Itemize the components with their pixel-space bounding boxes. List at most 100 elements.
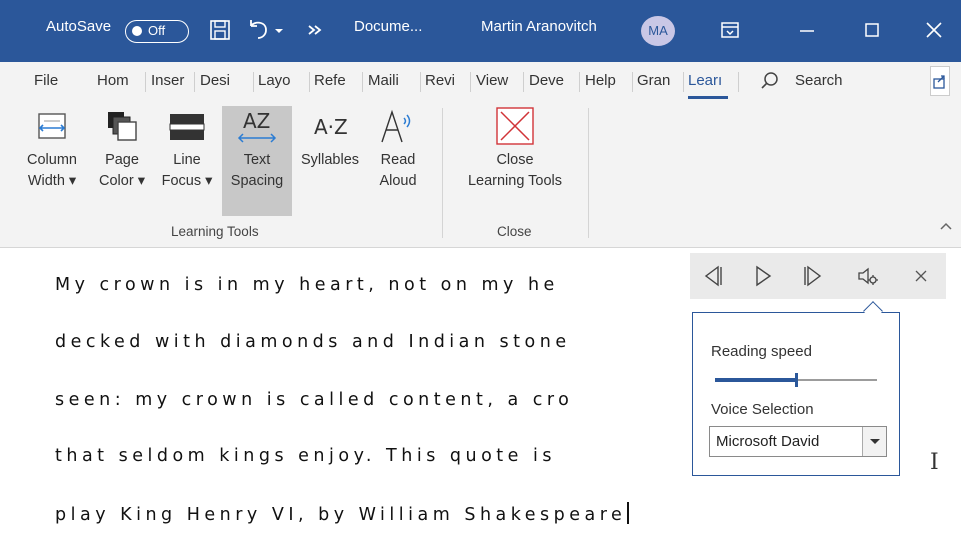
tab-grammarly[interactable]: Gran	[637, 62, 679, 100]
collapse-ribbon-icon[interactable]	[939, 220, 953, 235]
autosave-label: AutoSave	[46, 18, 112, 35]
tab-separator	[470, 72, 471, 92]
document-line[interactable]: My crown is in my heart, not on my he	[55, 275, 559, 295]
document-line[interactable]: that seldom kings enjoy. This quote is	[55, 446, 556, 466]
share-icon[interactable]	[930, 66, 950, 96]
syllables-button[interactable]: A·Z Syllables	[295, 106, 365, 171]
line-focus-icon	[169, 114, 205, 140]
read-aloud-label-2: Aloud	[379, 173, 417, 189]
save-icon[interactable]	[206, 16, 234, 44]
chevron-down-icon[interactable]	[862, 427, 886, 456]
voice-select-value: Microsoft David	[716, 433, 820, 450]
reading-speed-label: Reading speed	[711, 343, 812, 360]
page-color-label-1: Page	[105, 152, 139, 168]
ribbon: Column Width ▾ Page Color ▾ Line Focus ▾…	[0, 100, 961, 248]
previous-paragraph-icon[interactable]	[700, 263, 726, 289]
document-line-last[interactable]: play King Henry VI, by William Shakespea…	[55, 502, 629, 525]
slider-fill	[715, 378, 796, 382]
search-icon[interactable]	[756, 67, 784, 95]
tab-developer[interactable]: Deve	[529, 62, 571, 100]
tab-view[interactable]: View	[476, 62, 518, 100]
syllables-icon: A·Z	[314, 115, 348, 139]
column-width-button[interactable]: Column Width ▾	[22, 106, 82, 192]
read-aloud-toolbar	[690, 253, 946, 299]
text-spacing-label-2: Spacing	[230, 173, 284, 189]
page-color-button[interactable]: Page Color ▾	[92, 106, 152, 192]
page-color-label-2: Color ▾	[99, 173, 145, 189]
line-focus-label-1: Line	[173, 152, 201, 168]
tab-design[interactable]: Desi	[200, 62, 230, 100]
autosave-toggle[interactable]: Off	[125, 20, 189, 43]
tab-layout[interactable]: Layo	[258, 62, 300, 100]
tab-insert[interactable]: Inser	[151, 62, 189, 100]
group-separator	[588, 108, 589, 238]
close-learning-tools-label-2: Learning Tools	[467, 173, 563, 189]
maximize-icon[interactable]	[858, 16, 886, 44]
column-width-label-2: Width ▾	[27, 173, 77, 189]
group-label-close: Close	[497, 224, 532, 239]
tab-separator	[632, 72, 633, 92]
document-title[interactable]: Docume...	[354, 16, 422, 38]
tab-file[interactable]: File	[34, 62, 70, 100]
voice-settings-popup: Reading speed Voice Selection Microsoft …	[692, 312, 900, 476]
ribbon-tabs: File Hom Inser Desi Layo Refe Maili Revi…	[0, 62, 961, 100]
voice-selection-label: Voice Selection	[711, 401, 814, 418]
voice-settings-icon[interactable]	[855, 263, 881, 289]
tab-separator	[579, 72, 580, 92]
tab-separator	[145, 72, 146, 92]
text-spacing-button[interactable]: AZ Text Spacing	[222, 106, 292, 216]
text-caret	[627, 502, 629, 524]
tab-learning-tools[interactable]: Learı	[688, 62, 728, 100]
next-paragraph-icon[interactable]	[800, 263, 826, 289]
read-aloud-button[interactable]: Read Aloud	[370, 106, 426, 192]
tab-separator	[523, 72, 524, 92]
tab-mailings[interactable]: Maili	[368, 62, 404, 100]
close-learning-tools-icon	[496, 107, 534, 145]
text-spacing-icon: AZ	[237, 109, 277, 143]
tab-separator	[738, 72, 739, 92]
tab-separator	[194, 72, 195, 92]
read-aloud-label-1: Read	[380, 152, 416, 168]
tab-help[interactable]: Help	[585, 62, 625, 100]
line-focus-button[interactable]: Line Focus ▾	[157, 106, 217, 192]
group-separator	[442, 108, 443, 238]
close-read-aloud-icon[interactable]	[908, 263, 934, 289]
document-line: play King Henry VI, by William Shakespea…	[55, 505, 627, 525]
close-window-icon[interactable]	[920, 16, 948, 44]
tab-separator	[253, 72, 254, 92]
page-color-icon	[108, 112, 137, 141]
tab-review[interactable]: Revi	[425, 62, 463, 100]
user-name[interactable]: Martin Aranovitch	[481, 16, 597, 38]
play-icon[interactable]	[750, 263, 776, 289]
tab-separator	[420, 72, 421, 92]
column-width-icon	[38, 113, 66, 139]
syllables-label: Syllables	[300, 152, 360, 168]
read-aloud-icon	[381, 109, 411, 143]
document-line[interactable]: decked with diamonds and Indian stone	[55, 332, 571, 352]
tab-separator	[362, 72, 363, 92]
svg-text:AZ: AZ	[243, 109, 270, 133]
avatar[interactable]: MA	[641, 16, 675, 46]
ribbon-display-options-icon[interactable]	[716, 16, 744, 44]
tab-home[interactable]: Hom	[97, 62, 137, 100]
autosave-state: Off	[148, 23, 166, 38]
undo-dropdown-icon[interactable]	[272, 18, 300, 46]
ibeam-cursor-icon: I	[930, 450, 939, 475]
search-label[interactable]: Search	[795, 62, 865, 100]
more-commands-icon[interactable]	[305, 16, 333, 44]
title-bar: AutoSave Off Docume... Martin Aranovitch…	[0, 0, 961, 62]
column-width-label-1: Column	[27, 152, 77, 168]
document-line[interactable]: seen: my crown is called content, a cro	[55, 390, 573, 410]
close-learning-tools-button[interactable]: Close Learning Tools	[452, 106, 578, 192]
slider-thumb[interactable]	[795, 373, 798, 387]
active-tab-indicator	[688, 96, 728, 99]
text-spacing-label-1: Text	[243, 152, 271, 168]
svg-text:A·Z: A·Z	[314, 115, 348, 139]
minimize-icon[interactable]	[793, 16, 821, 44]
close-learning-tools-label-1: Close	[496, 152, 534, 168]
undo-icon[interactable]	[244, 16, 272, 44]
tab-separator	[683, 72, 684, 92]
voice-select[interactable]: Microsoft David	[709, 426, 887, 457]
reading-speed-slider[interactable]	[715, 373, 877, 387]
tab-references[interactable]: Refe	[314, 62, 354, 100]
